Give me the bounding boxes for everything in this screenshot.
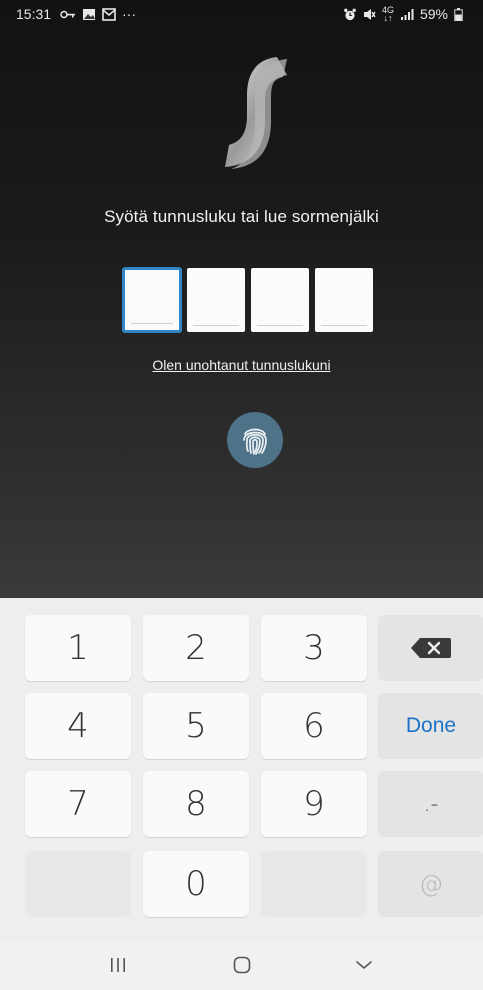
key-2[interactable]: 2 bbox=[143, 615, 249, 681]
back-button[interactable] bbox=[344, 953, 384, 977]
message-icon bbox=[102, 7, 116, 21]
system-nav-bar bbox=[0, 940, 483, 990]
pin-digit-3[interactable] bbox=[251, 268, 309, 332]
status-right-icons: 4G ↓↑ 59% bbox=[343, 5, 463, 23]
home-button[interactable] bbox=[222, 953, 262, 977]
key-5[interactable]: 5 bbox=[143, 693, 249, 759]
gallery-icon bbox=[83, 8, 95, 20]
pin-input[interactable] bbox=[123, 268, 373, 332]
key-9[interactable]: 9 bbox=[261, 771, 367, 837]
recent-apps-icon bbox=[111, 958, 125, 972]
backspace-icon bbox=[411, 638, 451, 658]
pin-digit-4[interactable] bbox=[315, 268, 373, 332]
pin-prompt: Syötä tunnusluku tai lue sormenjälki bbox=[104, 207, 379, 226]
symbols-key[interactable]: .- bbox=[378, 771, 483, 837]
more-notifications-icon: ··· bbox=[122, 6, 136, 22]
fingerprint-icon bbox=[243, 428, 267, 455]
key-0[interactable]: 0 bbox=[143, 851, 249, 917]
empty-key-left bbox=[25, 851, 131, 917]
network-type-icon: 4G ↓↑ bbox=[381, 5, 394, 23]
app-background: 15:31 ··· 4G ↓↑ 59% Syötä tunnusluku tai… bbox=[0, 0, 483, 598]
notification-icons: ··· bbox=[60, 6, 136, 22]
key-4[interactable]: 4 bbox=[25, 693, 131, 759]
status-bar: 15:31 ··· 4G ↓↑ 59% bbox=[0, 0, 483, 28]
key-1[interactable]: 1 bbox=[25, 615, 131, 681]
status-time: 15:31 bbox=[16, 6, 52, 22]
network-type-label: 4G bbox=[381, 5, 394, 15]
recent-apps-button[interactable] bbox=[98, 953, 138, 977]
key-3[interactable]: 3 bbox=[261, 615, 367, 681]
done-key[interactable]: Done bbox=[378, 693, 483, 759]
key-7[interactable]: 7 bbox=[25, 771, 131, 837]
pin-digit-2[interactable] bbox=[187, 268, 245, 332]
at-key: @ bbox=[378, 851, 483, 917]
key-6[interactable]: 6 bbox=[261, 693, 367, 759]
key-8[interactable]: 8 bbox=[143, 771, 249, 837]
pin-digit-1[interactable] bbox=[123, 268, 181, 332]
key-icon bbox=[60, 10, 75, 18]
battery-icon bbox=[454, 7, 463, 21]
home-icon bbox=[233, 956, 251, 974]
mute-icon bbox=[363, 8, 376, 20]
s-logo bbox=[225, 57, 287, 169]
signal-icon bbox=[400, 8, 414, 20]
alarm-icon bbox=[344, 8, 356, 20]
forgot-pin-link[interactable]: Olen unohtanut tunnuslukuni bbox=[0, 357, 483, 373]
fingerprint-button[interactable] bbox=[227, 412, 283, 468]
empty-key-right bbox=[261, 851, 367, 917]
chevron-down-icon bbox=[356, 961, 372, 970]
backspace-key[interactable] bbox=[378, 615, 483, 681]
phone-screen: 15:31 ··· 4G ↓↑ 59% Syötä tunnusluku tai… bbox=[0, 0, 483, 990]
numeric-keypad: 1 2 3 4 5 6 Done 7 8 9 .- 0 @ bbox=[0, 598, 483, 940]
battery-percent: 59% bbox=[419, 6, 448, 22]
